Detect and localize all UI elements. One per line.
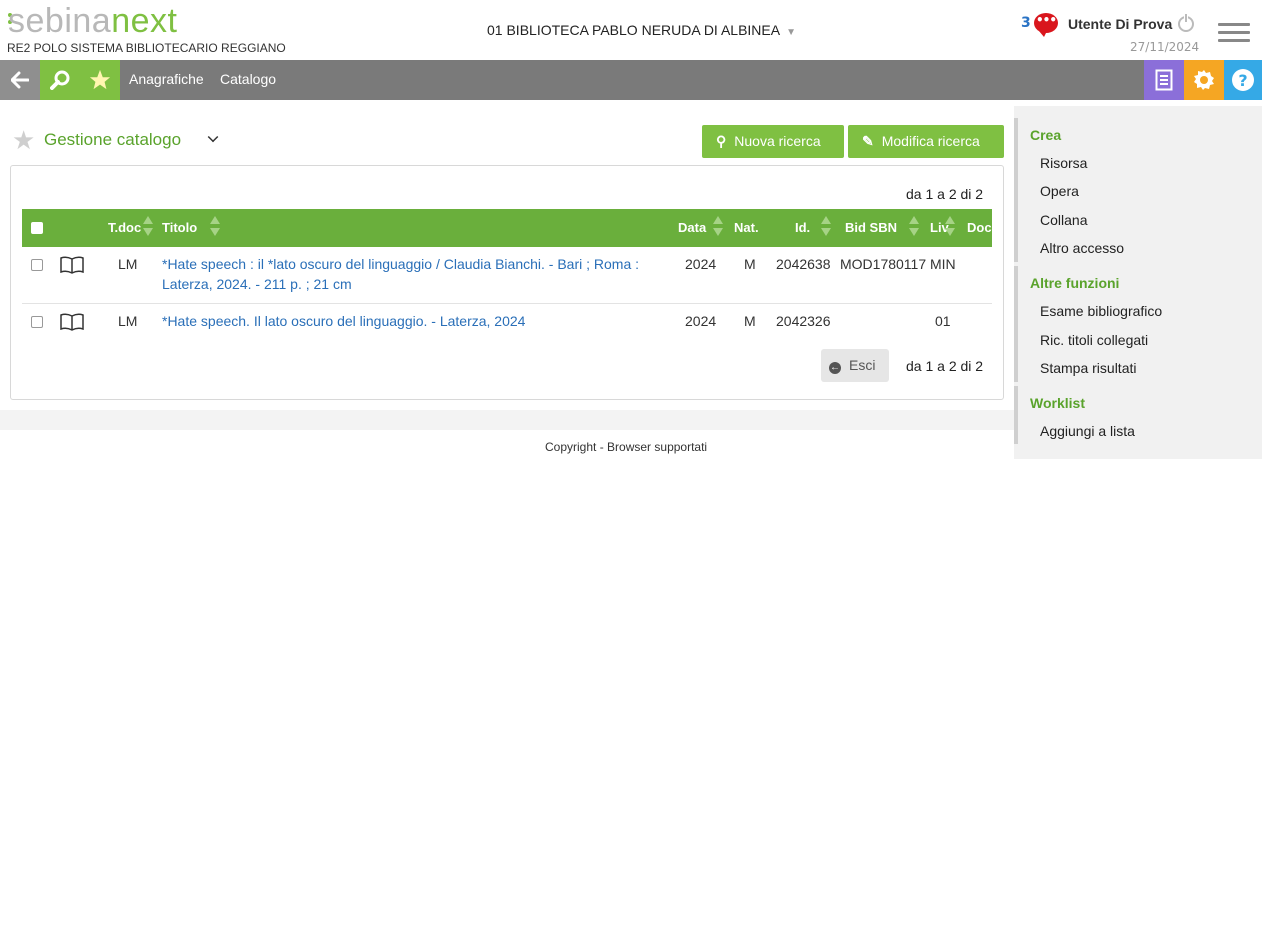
cell-date: 2024	[685, 313, 717, 329]
hamburger-menu-icon[interactable]	[1218, 23, 1250, 43]
sidebar-item-ric-titoli-collegati[interactable]: Ric. titoli collegati	[1040, 332, 1148, 348]
arrow-left-icon	[10, 71, 30, 89]
book-icon	[59, 256, 85, 274]
select-all-checkbox[interactable]	[31, 222, 43, 234]
cell-tdoc: LM	[118, 313, 138, 329]
favorite-star-icon[interactable]: ★	[12, 128, 35, 154]
sidebar-item-risorsa[interactable]: Risorsa	[1040, 155, 1087, 171]
column-doc[interactable]: Doc	[967, 220, 992, 235]
sidebar-item-opera[interactable]: Opera	[1040, 183, 1079, 199]
footer-separator: -	[599, 440, 604, 454]
top-header: sebinanext RE2 POLO SISTEMA BIBLIOTECARI…	[0, 0, 1262, 60]
sort-icon[interactable]	[945, 216, 955, 238]
help-button[interactable]: ?	[1224, 60, 1262, 100]
search-icon: ⚲	[716, 133, 727, 149]
results-counter-bottom: da 1 a 2 di 2	[906, 358, 984, 374]
copyright-link[interactable]: Copyright	[545, 440, 596, 454]
sebinanext-logo[interactable]: sebinanext	[8, 4, 177, 38]
sort-icon[interactable]	[909, 216, 919, 238]
row-checkbox[interactable]	[31, 316, 43, 328]
sidebar-heading-altre-funzioni: Altre funzioni	[1030, 275, 1120, 291]
nav-link-anagrafiche[interactable]: Anagrafiche	[129, 71, 204, 87]
arrow-left-icon: ←	[829, 362, 841, 374]
footer: Copyright - Browser supportati	[545, 440, 707, 454]
user-name[interactable]: Utente Di Prova	[1068, 16, 1172, 32]
caret-down-icon: ▼	[786, 27, 796, 38]
favorites-button[interactable]	[80, 60, 120, 100]
table-row[interactable]: LM *Hate speech. Il lato oscuro del ling…	[22, 304, 992, 340]
pencil-icon: ✎	[862, 133, 874, 149]
cell-title-link[interactable]: *Hate speech. Il lato oscuro del linguag…	[162, 311, 662, 331]
search-button[interactable]	[40, 60, 80, 100]
star-icon	[89, 69, 111, 90]
column-bid-sbn[interactable]: Bid SBN	[845, 220, 897, 235]
sidebar-item-esame-bibliografico[interactable]: Esame bibliografico	[1040, 303, 1162, 319]
sidebar-heading-worklist: Worklist	[1030, 395, 1085, 411]
gear-icon	[1194, 70, 1214, 90]
document-button[interactable]	[1144, 60, 1184, 100]
svg-text:?: ?	[1238, 71, 1247, 90]
column-nat: Nat.	[734, 220, 759, 235]
cell-bid-sbn: MOD1780117	[840, 256, 927, 272]
cell-tdoc: LM	[118, 256, 138, 272]
footer-band	[0, 410, 1016, 430]
column-titolo[interactable]: Titolo	[162, 220, 197, 235]
sidebar-heading-crea: Crea	[1030, 127, 1062, 143]
library-name: 01 BIBLIOTECA PABLO NERUDA DI ALBINEA	[487, 22, 781, 38]
sort-icon[interactable]	[713, 216, 723, 238]
column-data[interactable]: Data	[678, 220, 706, 235]
new-search-button[interactable]: ⚲ Nuova ricerca	[702, 125, 844, 158]
edit-search-button[interactable]: ✎ Modifica ricerca	[848, 125, 1004, 158]
cell-liv: MIN	[930, 256, 956, 272]
search-icon	[50, 70, 70, 90]
page-title: Gestione catalogo	[44, 130, 182, 149]
results-counter-top: da 1 a 2 di 2	[906, 186, 984, 202]
help-icon: ?	[1232, 69, 1254, 91]
polo-subtitle: RE2 POLO SISTEMA BIBLIOTECARIO REGGIANO	[7, 41, 286, 55]
cell-date: 2024	[685, 256, 717, 272]
row-checkbox[interactable]	[31, 259, 43, 271]
column-id[interactable]: Id.	[795, 220, 810, 235]
column-tdoc[interactable]: T.doc	[108, 220, 141, 235]
sidebar-item-altro-accesso[interactable]: Altro accesso	[1040, 240, 1124, 256]
sidebar-item-aggiungi-a-lista[interactable]: Aggiungi a lista	[1040, 423, 1135, 439]
current-date: 27/11/2024	[1130, 40, 1200, 54]
nav-bar: Anagrafiche Catalogo ?	[0, 60, 1262, 100]
results-table-header: T.doc Titolo Data Nat. Id. Bid SBN Liv D…	[22, 209, 992, 247]
book-icon	[59, 313, 85, 331]
sort-icon[interactable]	[821, 216, 831, 238]
chevron-down-icon[interactable]	[207, 131, 219, 143]
back-button[interactable]	[0, 60, 40, 100]
nav-link-catalogo[interactable]: Catalogo	[220, 71, 276, 87]
messages-count[interactable]: 3	[1021, 15, 1031, 31]
sort-icon[interactable]	[143, 216, 153, 238]
settings-button[interactable]	[1184, 60, 1224, 100]
sort-icon[interactable]	[210, 216, 220, 238]
cell-id: 2042638	[776, 256, 831, 272]
cell-nat: M	[744, 313, 756, 329]
supported-browsers-link[interactable]: Browser supportati	[607, 440, 707, 454]
sidebar-item-collana[interactable]: Collana	[1040, 212, 1087, 228]
document-icon	[1155, 69, 1173, 91]
cell-title-link[interactable]: *Hate speech : il *lato oscuro del lingu…	[162, 254, 662, 294]
cell-nat: M	[744, 256, 756, 272]
table-row[interactable]: LM *Hate speech : il *lato oscuro del li…	[22, 247, 992, 304]
exit-button[interactable]: ← Esci	[821, 349, 889, 382]
library-selector[interactable]: 01 BIBLIOTECA PABLO NERUDA DI ALBINEA ▼	[487, 22, 796, 38]
chat-bubble-icon[interactable]: •••	[1034, 13, 1058, 37]
power-icon[interactable]	[1178, 13, 1194, 32]
sidebar-item-stampa-risultati[interactable]: Stampa risultati	[1040, 360, 1136, 376]
cell-liv: 01	[935, 313, 951, 329]
cell-id: 2042326	[776, 313, 831, 329]
